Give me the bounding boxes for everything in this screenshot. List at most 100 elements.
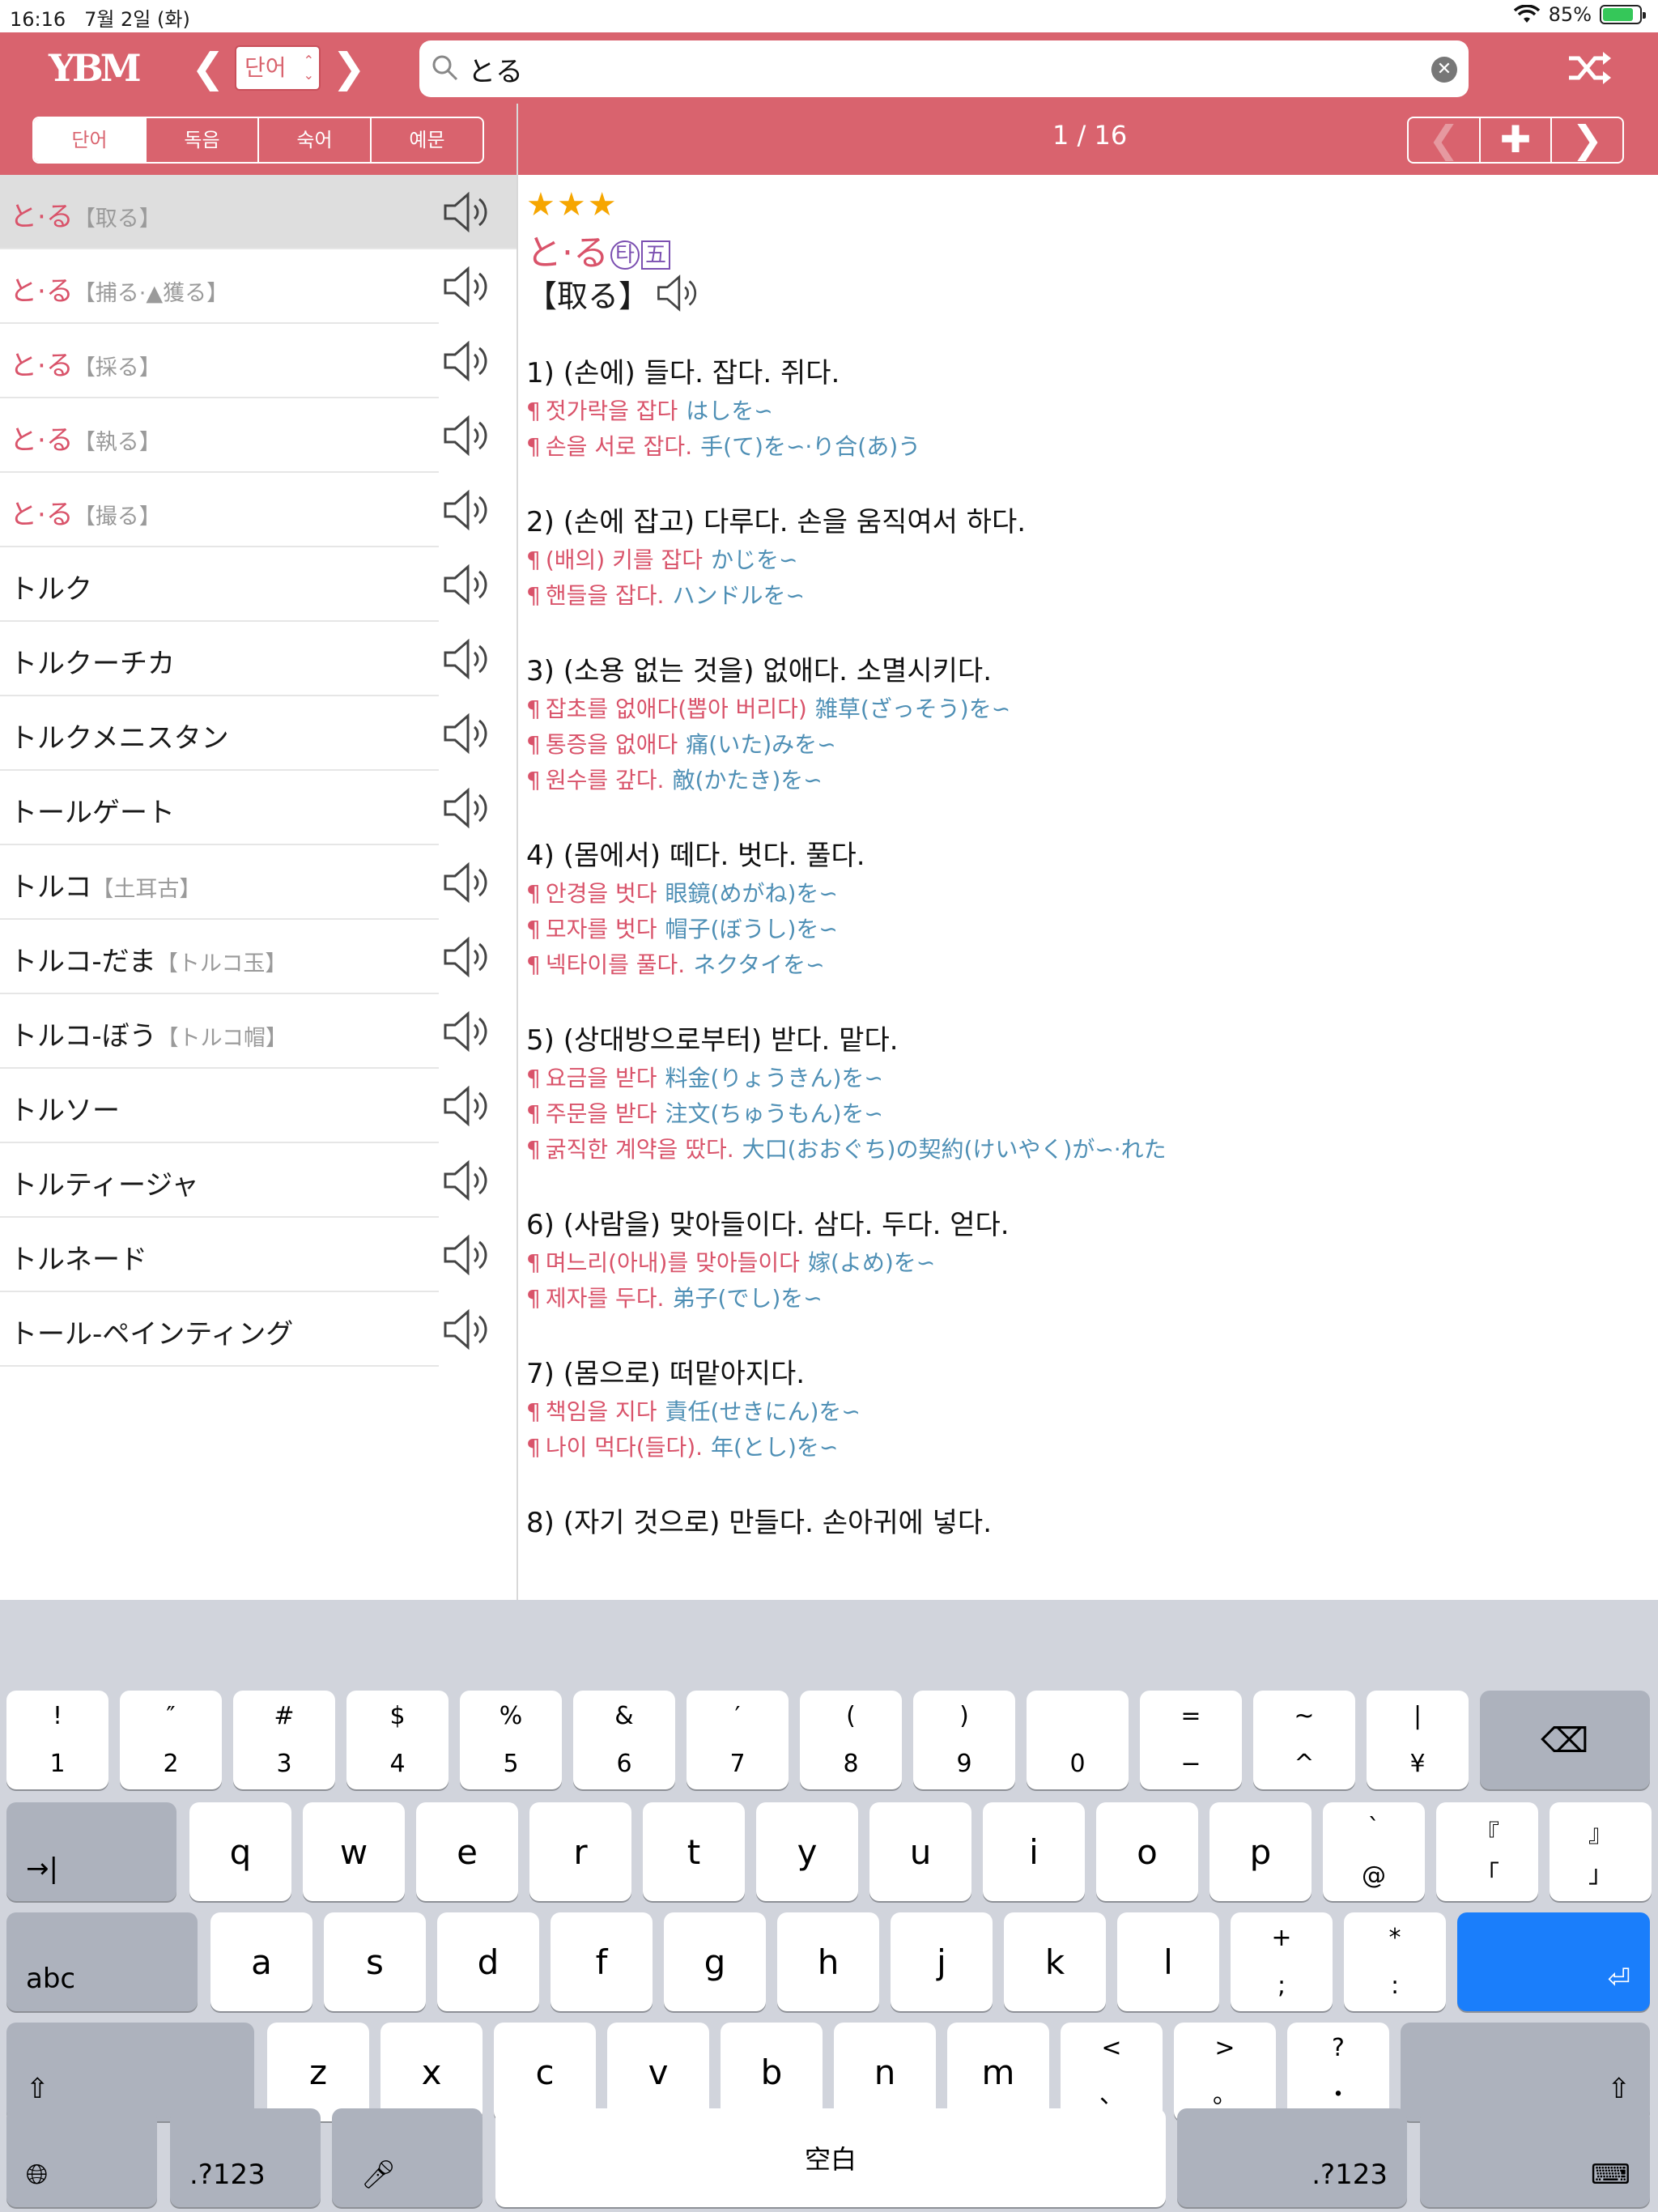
speaker-icon[interactable] bbox=[440, 1232, 492, 1278]
numbers-key-right[interactable]: .?123 bbox=[1177, 2108, 1407, 2207]
key-¥[interactable]: | ¥ bbox=[1367, 1691, 1469, 1789]
key-i[interactable]: i bbox=[983, 1802, 1085, 1901]
key-5[interactable]: % 5 bbox=[460, 1691, 562, 1789]
search-input[interactable] bbox=[468, 49, 1399, 89]
forward-arrow-icon[interactable]: ❯ bbox=[329, 47, 369, 89]
key-f[interactable]: f bbox=[551, 1912, 653, 2011]
key-q[interactable]: q bbox=[189, 1802, 291, 1901]
speaker-icon[interactable] bbox=[440, 934, 492, 980]
key-x[interactable]: x bbox=[380, 2023, 483, 2121]
word-list-item[interactable]: トルティージャ bbox=[0, 1143, 487, 1218]
speaker-icon[interactable] bbox=[440, 264, 492, 309]
hide-keyboard-key[interactable]: ⌨ bbox=[1420, 2108, 1650, 2207]
key-m[interactable]: m bbox=[947, 2023, 1049, 2121]
key-n[interactable]: n bbox=[834, 2023, 936, 2121]
key-symbol[interactable]: <、 bbox=[1061, 2023, 1163, 2121]
key-h[interactable]: h bbox=[777, 1912, 879, 2011]
abc-key[interactable]: abc bbox=[6, 1912, 198, 2011]
prev-entry-icon[interactable]: ❮ bbox=[1409, 118, 1481, 162]
key-w[interactable]: w bbox=[303, 1802, 405, 1901]
speaker-icon[interactable] bbox=[440, 711, 492, 756]
key-7[interactable]: ′ 7 bbox=[687, 1691, 789, 1789]
word-list-item[interactable]: トルコ-ぼう【トルコ帽】 bbox=[0, 994, 487, 1069]
key-k[interactable]: k bbox=[1004, 1912, 1106, 2011]
key-symbol[interactable]: ? ・ bbox=[1287, 2023, 1389, 2121]
word-list-item[interactable]: と·る【撮る】 bbox=[0, 473, 487, 547]
word-list-item[interactable]: と·る【捕る·▲獲る】 bbox=[0, 249, 487, 324]
key-9[interactable]: ) 9 bbox=[913, 1691, 1015, 1789]
key-l[interactable]: l bbox=[1117, 1912, 1219, 2011]
speaker-icon[interactable] bbox=[440, 413, 492, 458]
word-list-item[interactable]: トール-ペインティング bbox=[0, 1292, 487, 1367]
tab-idiom[interactable]: 숙어 bbox=[259, 118, 372, 162]
key-z[interactable]: z bbox=[267, 2023, 369, 2121]
mode-select[interactable]: 단어 ⌃ ⌄ bbox=[235, 45, 321, 91]
speaker-icon[interactable] bbox=[440, 1009, 492, 1054]
key-symbol[interactable]: 』」 bbox=[1550, 1802, 1652, 1901]
word-list-item[interactable]: トルコ【土耳古】 bbox=[0, 845, 487, 920]
key-2[interactable]: ″ 2 bbox=[120, 1691, 222, 1789]
word-list-item[interactable]: トルク bbox=[0, 547, 487, 622]
word-list-item[interactable]: と·る【取る】 bbox=[0, 175, 517, 249]
key-s[interactable]: s bbox=[324, 1912, 426, 2011]
tab-reading[interactable]: 독음 bbox=[147, 118, 259, 162]
key-symbol[interactable]: >。 bbox=[1174, 2023, 1276, 2121]
speaker-icon[interactable] bbox=[440, 562, 492, 607]
tab-key[interactable]: →| bbox=[6, 1802, 176, 1901]
shift-key-left[interactable]: ⇧ bbox=[6, 2023, 254, 2121]
key-v[interactable]: v bbox=[607, 2023, 709, 2121]
next-entry-icon[interactable]: ❯ bbox=[1552, 118, 1622, 162]
key-t[interactable]: t bbox=[643, 1802, 745, 1901]
key-d[interactable]: d bbox=[437, 1912, 539, 2011]
word-list-item[interactable]: トルクーチカ bbox=[0, 622, 487, 696]
key-symbol[interactable]: 『「 bbox=[1436, 1802, 1538, 1901]
tab-word[interactable]: 단어 bbox=[34, 118, 147, 162]
key-1[interactable]: ! 1 bbox=[6, 1691, 108, 1789]
word-list-item[interactable]: トルネード bbox=[0, 1218, 487, 1292]
key-8[interactable]: (8 bbox=[800, 1691, 902, 1789]
speaker-icon[interactable] bbox=[440, 785, 492, 831]
space-key[interactable]: 空白 bbox=[495, 2108, 1166, 2207]
key-symbol[interactable]: *: bbox=[1344, 1912, 1446, 2011]
key-y[interactable]: y bbox=[756, 1802, 858, 1901]
key-6[interactable]: & 6 bbox=[573, 1691, 675, 1789]
key-^[interactable]: ~ ^ bbox=[1253, 1691, 1355, 1789]
key-0[interactable]: 0 bbox=[1027, 1691, 1129, 1789]
key-a[interactable]: a bbox=[210, 1912, 312, 2011]
shift-key-right[interactable]: ⇧ bbox=[1401, 2023, 1650, 2121]
add-bookmark-icon[interactable]: ✚ bbox=[1481, 118, 1553, 162]
dictation-key[interactable]: 🎤︎ bbox=[332, 2108, 483, 2207]
speaker-icon[interactable] bbox=[440, 189, 492, 235]
key-b[interactable]: b bbox=[721, 2023, 823, 2121]
speaker-icon[interactable] bbox=[440, 860, 492, 905]
key-u[interactable]: u bbox=[869, 1802, 971, 1901]
speaker-icon[interactable] bbox=[440, 1307, 492, 1352]
globe-key[interactable]: 🌐︎ bbox=[6, 2108, 157, 2207]
word-list-item[interactable]: トールゲート bbox=[0, 771, 487, 845]
key-3[interactable]: #3 bbox=[233, 1691, 335, 1789]
shuffle-icon[interactable] bbox=[1566, 47, 1614, 89]
return-key[interactable]: ⏎ bbox=[1457, 1912, 1650, 2011]
back-arrow-icon[interactable]: ❮ bbox=[188, 47, 228, 89]
key-o[interactable]: o bbox=[1096, 1802, 1198, 1901]
key-symbol[interactable]: +; bbox=[1231, 1912, 1333, 2011]
key-g[interactable]: g bbox=[664, 1912, 766, 2011]
key-r[interactable]: r bbox=[529, 1802, 631, 1901]
key-symbol[interactable]: ` @ bbox=[1323, 1802, 1425, 1901]
tab-example[interactable]: 예문 bbox=[372, 118, 483, 162]
word-list-item[interactable]: トルコ-だま【トルコ玉】 bbox=[0, 920, 487, 994]
speaker-icon[interactable] bbox=[440, 338, 492, 384]
word-list-item[interactable]: トルクメニスタン bbox=[0, 696, 487, 771]
key-e[interactable]: e bbox=[416, 1802, 518, 1901]
word-list-item[interactable]: トルソー bbox=[0, 1069, 487, 1143]
word-list-item[interactable]: と·る【執る】 bbox=[0, 398, 487, 473]
speaker-icon[interactable] bbox=[654, 272, 701, 314]
key-j[interactable]: j bbox=[891, 1912, 993, 2011]
backspace-key[interactable]: ⌫ bbox=[1480, 1691, 1650, 1789]
key-4[interactable]: $4 bbox=[346, 1691, 449, 1789]
key-p[interactable]: p bbox=[1209, 1802, 1312, 1901]
word-list-item[interactable]: と·る【採る】 bbox=[0, 324, 487, 398]
key-c[interactable]: c bbox=[494, 2023, 596, 2121]
speaker-icon[interactable] bbox=[440, 1158, 492, 1203]
speaker-icon[interactable] bbox=[440, 636, 492, 682]
